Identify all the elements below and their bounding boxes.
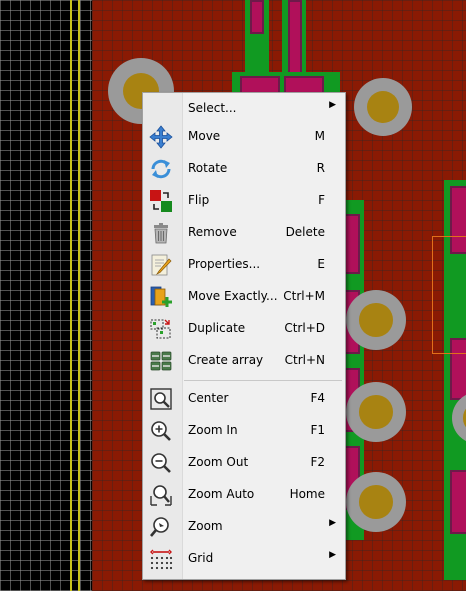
menu-item-zoom-auto[interactable]: Zoom Auto Home: [143, 479, 345, 511]
menu-item-label: Zoom Out: [188, 455, 249, 469]
menu-item-label: Move: [188, 129, 221, 143]
menu-item-zoom-in[interactable]: Zoom In F1: [143, 415, 345, 447]
menu-item-label: Move Exactly...: [188, 289, 278, 303]
menu-item-shortcut: F1: [310, 423, 325, 437]
submenu-arrow-icon: ▶: [329, 550, 336, 560]
menu-item-rotate[interactable]: Rotate R: [143, 153, 345, 185]
menu-item-label: Remove: [188, 225, 237, 239]
component-outline: [432, 236, 466, 354]
zoom-icon: [149, 516, 173, 538]
trash-icon: [149, 222, 173, 244]
center-icon: [149, 388, 173, 410]
smd-pad: [344, 214, 360, 274]
menu-item-shortcut: F4: [310, 391, 325, 405]
submenu-arrow-icon: ▶: [329, 518, 336, 528]
array-icon: [149, 350, 173, 372]
menu-item-move-exactly[interactable]: Move Exactly... Ctrl+M: [143, 281, 345, 313]
menu-item-shortcut: Ctrl+D: [284, 321, 325, 335]
zoom-in-icon: [149, 420, 173, 442]
menu-item-label: Flip: [188, 193, 210, 207]
zoom-out-icon: [149, 452, 173, 474]
via-hole: [346, 290, 406, 350]
submenu-arrow-icon: ▶: [329, 100, 336, 110]
menu-item-label: Zoom In: [188, 423, 238, 437]
board-edge-line: [70, 0, 72, 591]
menu-item-shortcut: F: [318, 193, 325, 207]
menu-item-shortcut: E: [317, 257, 325, 271]
properties-icon: [149, 254, 173, 276]
menu-item-label: Center: [188, 391, 229, 405]
move-icon: [149, 125, 173, 149]
menu-item-zoom-out[interactable]: Zoom Out F2: [143, 447, 345, 479]
board-edge-line: [78, 0, 80, 591]
via-hole: [346, 382, 406, 442]
menu-item-shortcut: M: [314, 129, 325, 143]
flip-icon: [149, 190, 173, 212]
menu-item-label: Zoom Auto: [188, 487, 255, 501]
menu-item-label: Rotate: [188, 161, 228, 175]
menu-item-center[interactable]: Center F4: [143, 383, 345, 415]
menu-item-flip[interactable]: Flip F: [143, 185, 345, 217]
menu-item-label: Duplicate: [188, 321, 246, 335]
menu-item-shortcut: Delete: [285, 225, 325, 239]
menu-item-move[interactable]: Move M: [143, 121, 345, 153]
grid-icon: [149, 548, 173, 570]
menu-item-duplicate[interactable]: Duplicate Ctrl+D: [143, 313, 345, 345]
context-menu: Select... ▶ Move M Rotate R Flip F Remov…: [142, 92, 346, 580]
zoom-auto-icon: [149, 484, 173, 506]
via-hole: [346, 472, 406, 532]
menu-item-shortcut: Home: [289, 487, 325, 501]
menu-separator: [184, 380, 342, 381]
move-exactly-icon: [149, 286, 173, 308]
menu-item-shortcut: Ctrl+M: [283, 289, 325, 303]
menu-item-label: Select...: [188, 101, 237, 115]
trace-core: [250, 0, 264, 34]
via-hole: [354, 78, 412, 136]
duplicate-icon: [149, 318, 173, 340]
menu-item-remove[interactable]: Remove Delete: [143, 217, 345, 249]
menu-item-label: Create array: [188, 353, 264, 367]
menu-item-label: Properties...: [188, 257, 261, 271]
menu-item-shortcut: R: [316, 161, 325, 175]
menu-item-label: Grid: [188, 551, 214, 565]
menu-item-zoom[interactable]: Zoom ▶: [143, 511, 345, 543]
menu-item-label: Zoom: [188, 519, 223, 533]
smd-pad: [450, 470, 466, 534]
menu-item-shortcut: Ctrl+N: [284, 353, 325, 367]
menu-item-properties[interactable]: Properties... E: [143, 249, 345, 281]
menu-item-create-array[interactable]: Create array Ctrl+N: [143, 345, 345, 377]
rotate-icon: [149, 158, 173, 180]
menu-item-shortcut: F2: [310, 455, 325, 469]
trace-core: [288, 0, 302, 76]
menu-item-grid[interactable]: Grid ▶: [143, 543, 345, 575]
